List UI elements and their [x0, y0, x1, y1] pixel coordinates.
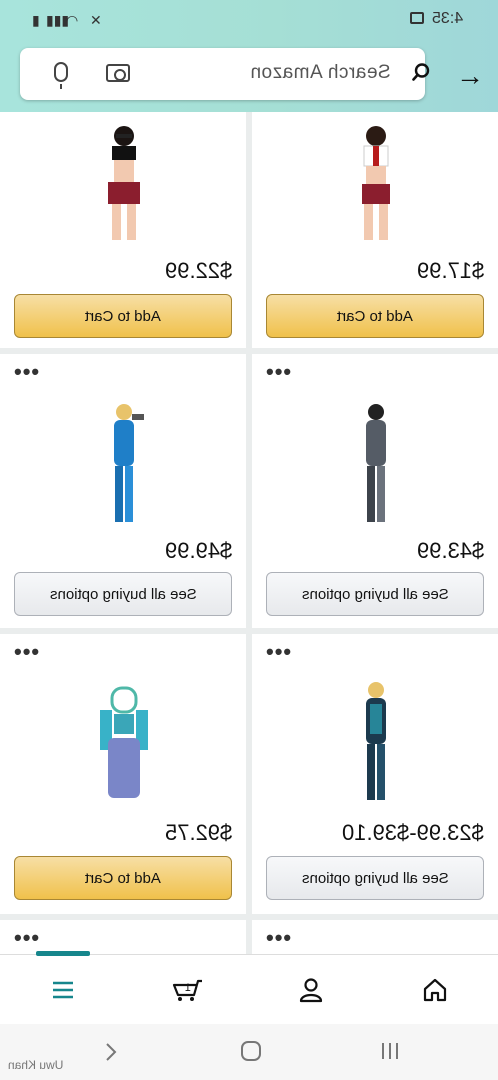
product-card[interactable]: $22.99 Add to Cart — [0, 112, 246, 348]
home-button-icon[interactable] — [240, 1040, 262, 1062]
more-options-icon[interactable]: ••• — [266, 641, 292, 663]
cart-icon[interactable]: 1 — [172, 977, 204, 1003]
product-card[interactable]: $17.99 Add to Cart — [252, 112, 498, 348]
product-card[interactable]: ••• — [252, 920, 498, 954]
camera-icon[interactable] — [106, 64, 130, 82]
back-icon[interactable] — [104, 1042, 118, 1062]
more-options-icon[interactable]: ••• — [14, 641, 40, 663]
back-arrow-icon[interactable]: → — [456, 62, 484, 90]
wifi-icon: ◠ — [66, 12, 79, 28]
cart-count-badge: 1 — [185, 982, 191, 994]
product-price: $49.99 — [164, 538, 232, 563]
status-bar: ▮ ▮▮▮ ◠ ✕ 4:35 — [0, 8, 498, 32]
system-navigation-bar: Uwu Khan — [0, 1024, 498, 1080]
bottom-navigation: 1 — [0, 951, 498, 1024]
add-to-cart-button[interactable]: Add to Cart — [14, 294, 232, 338]
gallery-icon — [410, 12, 424, 24]
app-header: ▮ ▮▮▮ ◠ ✕ 4:35 Search Amazon → — [0, 0, 498, 112]
product-price: $23.99-$39.10 — [342, 820, 484, 845]
product-image[interactable] — [96, 402, 152, 526]
product-image[interactable] — [352, 680, 400, 804]
mute-icon: ✕ — [90, 12, 102, 28]
product-card[interactable]: ••• $92.75 Add to Cart — [0, 634, 246, 914]
product-card[interactable]: ••• $23.99-$39.10 See all buying options — [252, 634, 498, 914]
product-image[interactable] — [352, 402, 400, 526]
battery-icon: ▮ — [32, 12, 40, 28]
watermark: Uwu Khan — [8, 1058, 64, 1072]
more-options-icon[interactable]: ••• — [266, 361, 292, 383]
search-input[interactable]: Search Amazon — [250, 62, 391, 84]
product-image[interactable] — [344, 122, 408, 244]
recent-apps-icon[interactable] — [380, 1042, 400, 1060]
product-price: $43.99 — [416, 538, 484, 563]
account-icon[interactable] — [298, 977, 324, 1003]
menu-icon[interactable] — [50, 977, 76, 1003]
microphone-icon[interactable] — [54, 62, 68, 89]
search-bar[interactable]: Search Amazon — [20, 48, 430, 100]
more-options-icon[interactable]: ••• — [14, 361, 40, 383]
add-to-cart-button[interactable]: Add to Cart — [266, 294, 484, 338]
see-buying-options-button[interactable]: See all buying options — [14, 572, 232, 616]
product-image[interactable] — [92, 680, 156, 804]
see-buying-options-button[interactable]: See all buying options — [266, 856, 484, 900]
product-card[interactable]: ••• $43.99 See all buying options — [252, 354, 498, 628]
see-buying-options-button[interactable]: See all buying options — [266, 572, 484, 616]
search-icon[interactable] — [412, 63, 430, 81]
product-grid: $17.99 Add to Cart $22.99 Add to Cart ••… — [0, 112, 498, 954]
active-tab-indicator — [36, 951, 90, 956]
product-card[interactable]: ••• $49.99 See all buying options — [0, 354, 246, 628]
product-card[interactable]: ••• — [0, 920, 246, 954]
product-price: $92.75 — [164, 820, 232, 845]
status-time: 4:35 — [432, 10, 464, 27]
add-to-cart-button[interactable]: Add to Cart — [14, 856, 232, 900]
product-image[interactable] — [92, 122, 156, 244]
more-options-icon[interactable]: ••• — [266, 927, 292, 949]
product-price: $17.99 — [416, 258, 484, 283]
more-options-icon[interactable]: ••• — [14, 927, 40, 949]
product-price: $22.99 — [164, 258, 232, 283]
home-icon[interactable] — [422, 977, 448, 1003]
